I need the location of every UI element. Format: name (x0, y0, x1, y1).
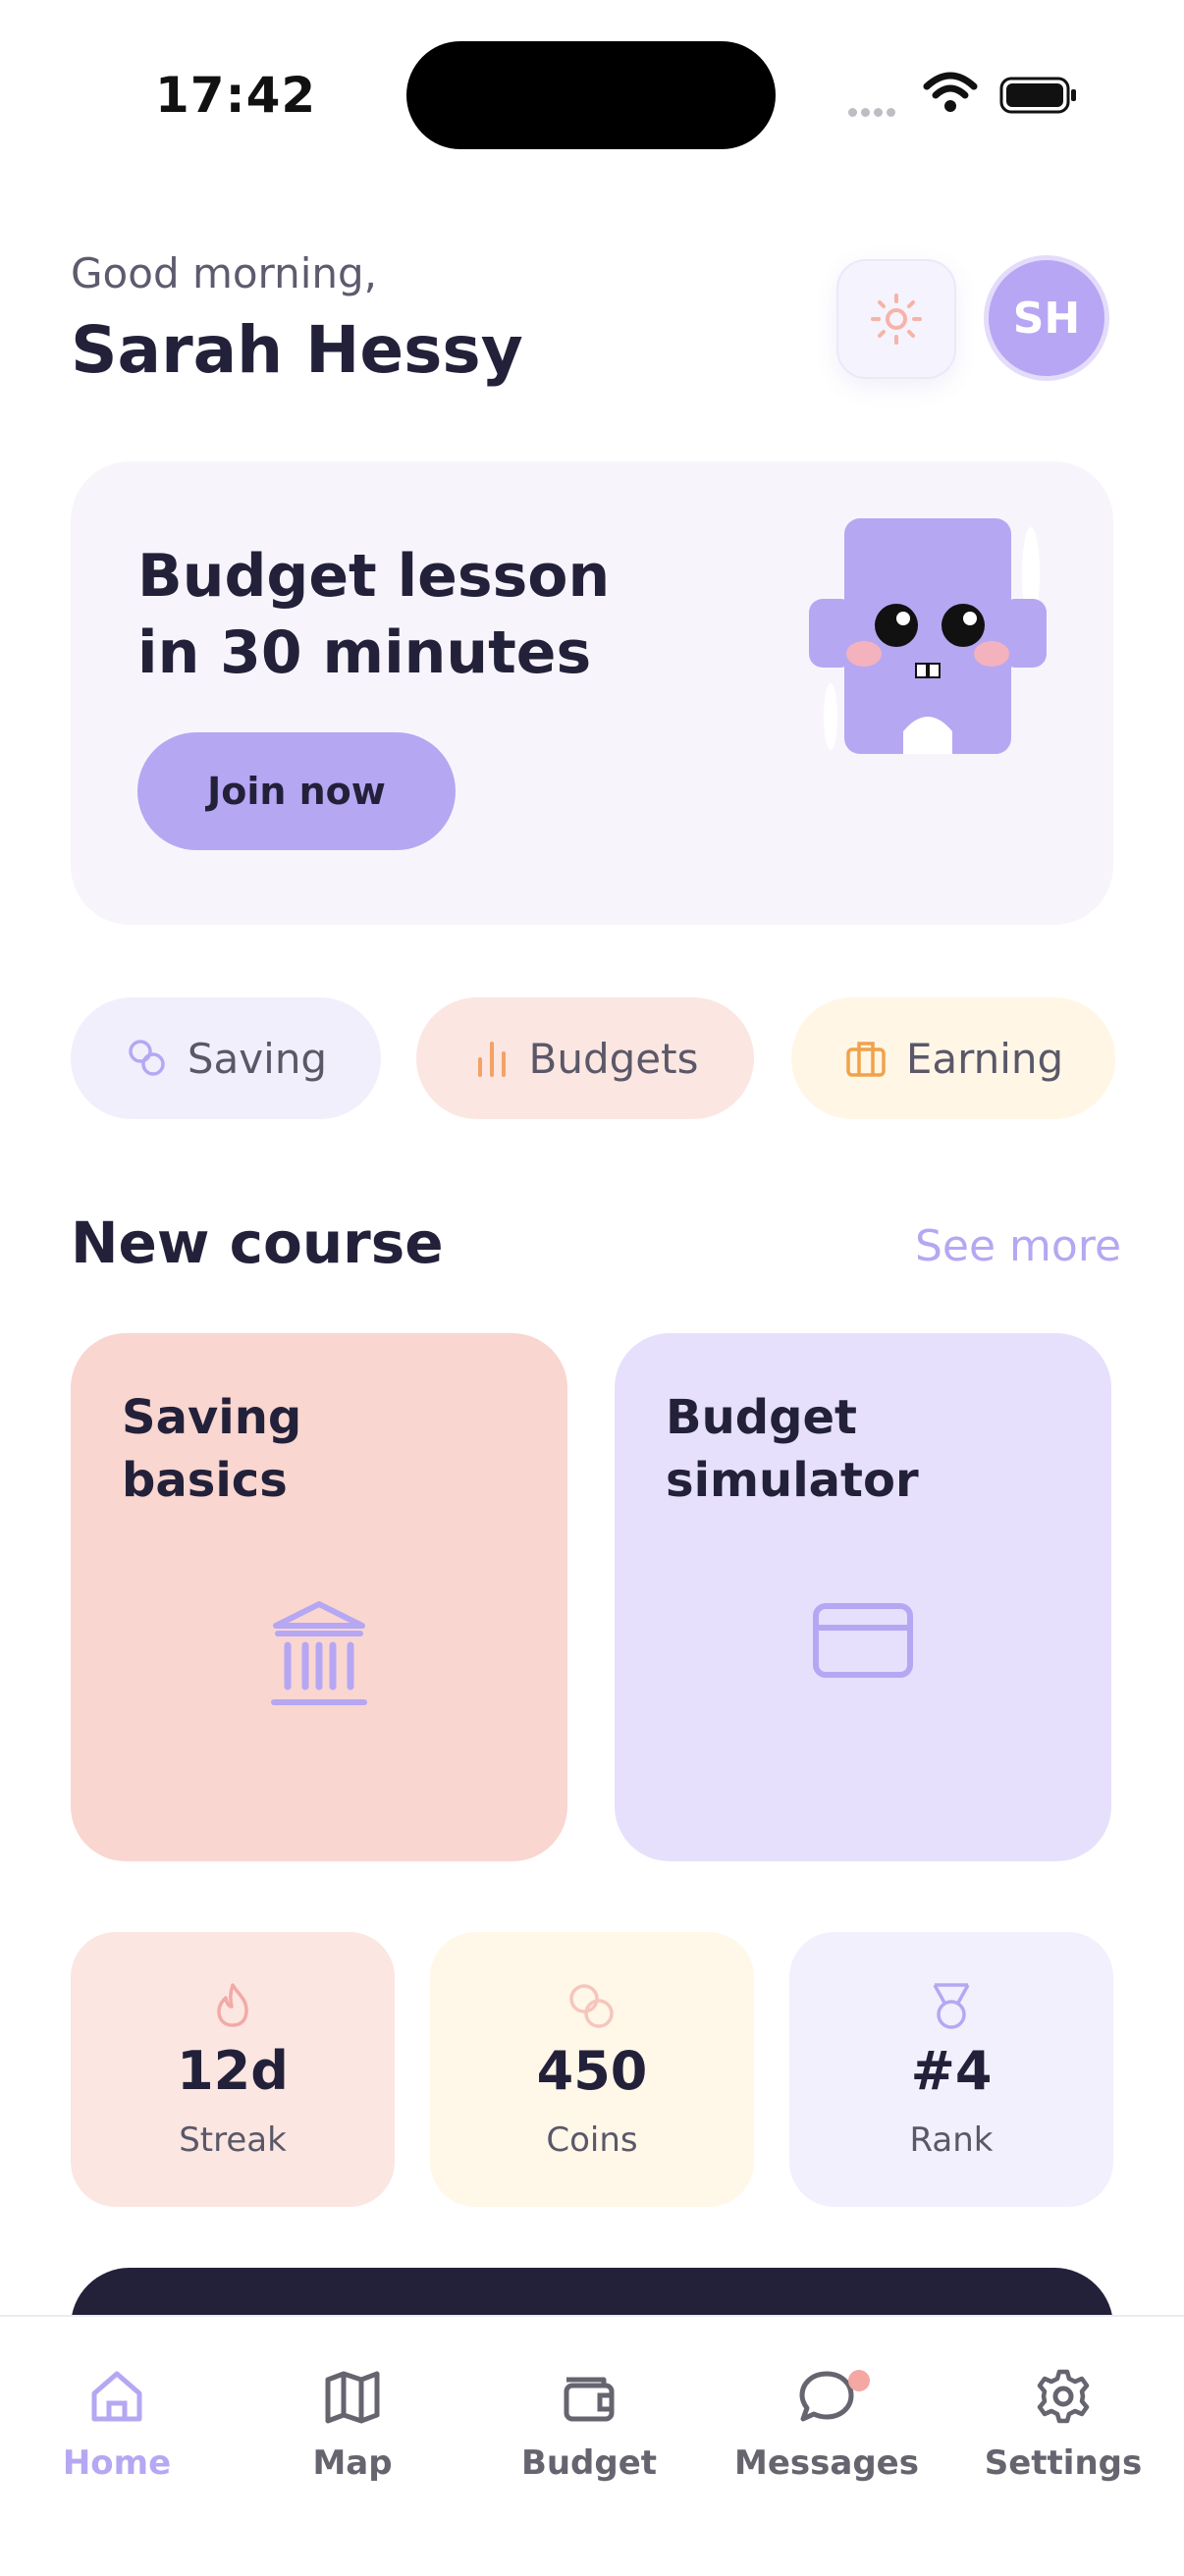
lesson-title-line2: in 30 minutes (137, 618, 592, 687)
lesson-title: Budget lesson in 30 minutes (137, 538, 628, 691)
notification-badge (848, 2370, 870, 2391)
dynamic-island (406, 41, 776, 149)
course-card-budget-simulator[interactable]: Budget simulator (615, 1333, 1111, 1861)
greeting-text: Good morning, (71, 249, 378, 297)
course-title-line1: Saving (122, 1390, 302, 1445)
course-title: Budget simulator (666, 1386, 1078, 1512)
stat-streak: 12d Streak (71, 1932, 395, 2207)
stat-coins: 450 Coins (430, 1932, 754, 2207)
chip-earning-label: Earning (905, 1034, 1064, 1083)
chip-budgets[interactable]: Budgets (416, 997, 754, 1119)
course-title-line1: Budget (666, 1390, 857, 1445)
map-icon (325, 2371, 380, 2424)
bar-chart-icon (477, 1042, 506, 1077)
briefcase-icon (846, 1042, 886, 1077)
course-card-saving-basics[interactable]: Saving basics (71, 1333, 567, 1861)
stat-label: Rank (909, 2120, 994, 2160)
credit-card-icon (812, 1600, 914, 1687)
bank-icon (268, 1600, 370, 1716)
stat-label: Coins (546, 2120, 638, 2160)
chip-budgets-label: Budgets (528, 1034, 699, 1083)
stat-value: #4 (910, 2040, 993, 2102)
bottom-tab-bar: Home Map Budget Messages Settings (0, 2315, 1184, 2576)
see-more-link[interactable]: See more (915, 1221, 1121, 1271)
chat-icon (799, 2371, 854, 2422)
home-icon (91, 2371, 142, 2422)
stat-label: Streak (179, 2120, 287, 2160)
coins-icon (129, 1040, 165, 1076)
stat-value: 450 (536, 2040, 648, 2102)
cellular-signal-icon (848, 102, 899, 121)
wallet-icon (564, 2377, 615, 2422)
stat-value: 12d (177, 2040, 289, 2102)
tab-label: Settings (984, 2443, 1143, 2483)
battery-icon (999, 77, 1078, 114)
sun-icon (871, 294, 922, 345)
status-time: 17:42 (155, 67, 317, 124)
medal-icon (927, 1981, 976, 2036)
stat-rank: #4 Rank (789, 1932, 1113, 2207)
tab-label: Home (62, 2443, 172, 2483)
wifi-icon (923, 71, 978, 116)
tab-map[interactable]: Map (254, 2366, 451, 2483)
avatar[interactable]: SH (984, 255, 1109, 381)
user-name: Sarah Hessy (71, 312, 523, 388)
flame-icon (213, 1981, 252, 2032)
tab-label: Messages (734, 2443, 919, 2483)
course-title-line2: simulator (666, 1453, 919, 1508)
chip-saving-label: Saving (187, 1034, 328, 1083)
course-title-line2: basics (122, 1453, 288, 1508)
chip-saving[interactable]: Saving (71, 997, 381, 1119)
mascot-illustration (805, 510, 1060, 779)
tab-messages[interactable]: Messages (728, 2366, 925, 2483)
theme-toggle-button[interactable] (836, 259, 956, 379)
course-title: Saving basics (122, 1386, 534, 1512)
lesson-title-line1: Budget lesson (137, 542, 611, 611)
tab-label: Budget (520, 2443, 658, 2483)
new-course-heading: New course (71, 1209, 444, 1276)
join-now-button[interactable]: Join now (137, 732, 456, 850)
chip-earning[interactable]: Earning (791, 997, 1115, 1119)
tab-label: Map (312, 2443, 393, 2483)
tab-home[interactable]: Home (19, 2366, 215, 2483)
coins-icon (566, 1981, 618, 2036)
tab-settings[interactable]: Settings (965, 2366, 1161, 2483)
gear-icon (1037, 2369, 1090, 2424)
tab-budget[interactable]: Budget (491, 2366, 687, 2483)
